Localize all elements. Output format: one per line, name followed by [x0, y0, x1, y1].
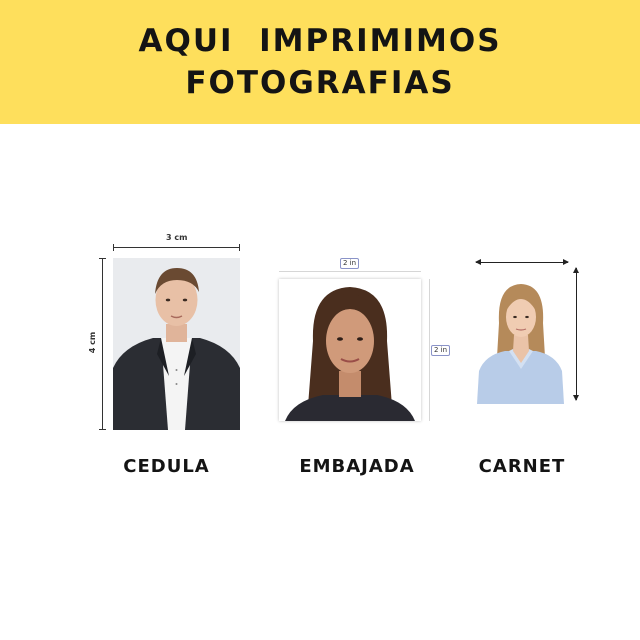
carnet-height-arrow: [573, 267, 579, 401]
cedula-width-label: 3 cm: [166, 233, 188, 242]
cedula-height-label: 4 cm: [88, 331, 98, 354]
embajada-photo: [279, 279, 421, 421]
cedula-photo: [113, 258, 240, 430]
carnet-width-arrow: [475, 259, 569, 265]
carnet-caption: CARNET: [478, 456, 566, 477]
banner-title-line-2: FOTOGRAFIAS: [185, 65, 455, 101]
banner-title-line-1: AQUI IMPRIMIMOS: [138, 23, 502, 59]
cedula-caption: CEDULA: [123, 456, 210, 477]
header-banner: AQUI IMPRIMIMOS FOTOGRAFIAS: [0, 0, 640, 124]
embajada-height-tag: 2 in: [431, 345, 451, 356]
embajada-width-tag: 2 in: [340, 258, 360, 269]
embajada-caption: EMBAJADA: [299, 456, 415, 477]
carnet-photo: [475, 279, 566, 404]
